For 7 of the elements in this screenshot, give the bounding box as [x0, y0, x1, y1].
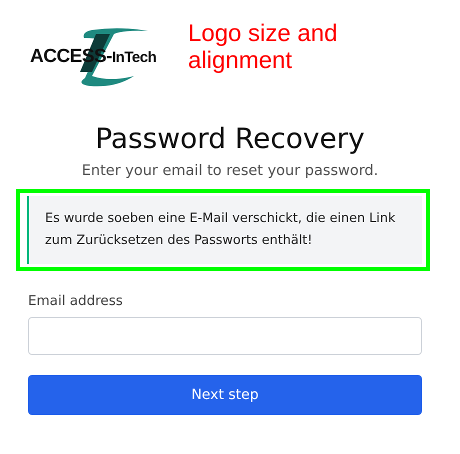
page-title: Password Recovery [94, 122, 366, 155]
annotation-note: Logo size and alignment [188, 20, 338, 74]
next-step-button[interactable]: Next step [28, 375, 422, 415]
page-subtitle: Enter your email to reset your password. [80, 163, 380, 179]
email-field[interactable] [28, 317, 422, 355]
email-label: Email address [28, 293, 123, 309]
info-alert: Es wurde soeben eine E-Mail verschickt, die einen Link zum Zurücksetzen des Passworts enthält! [27, 196, 422, 264]
